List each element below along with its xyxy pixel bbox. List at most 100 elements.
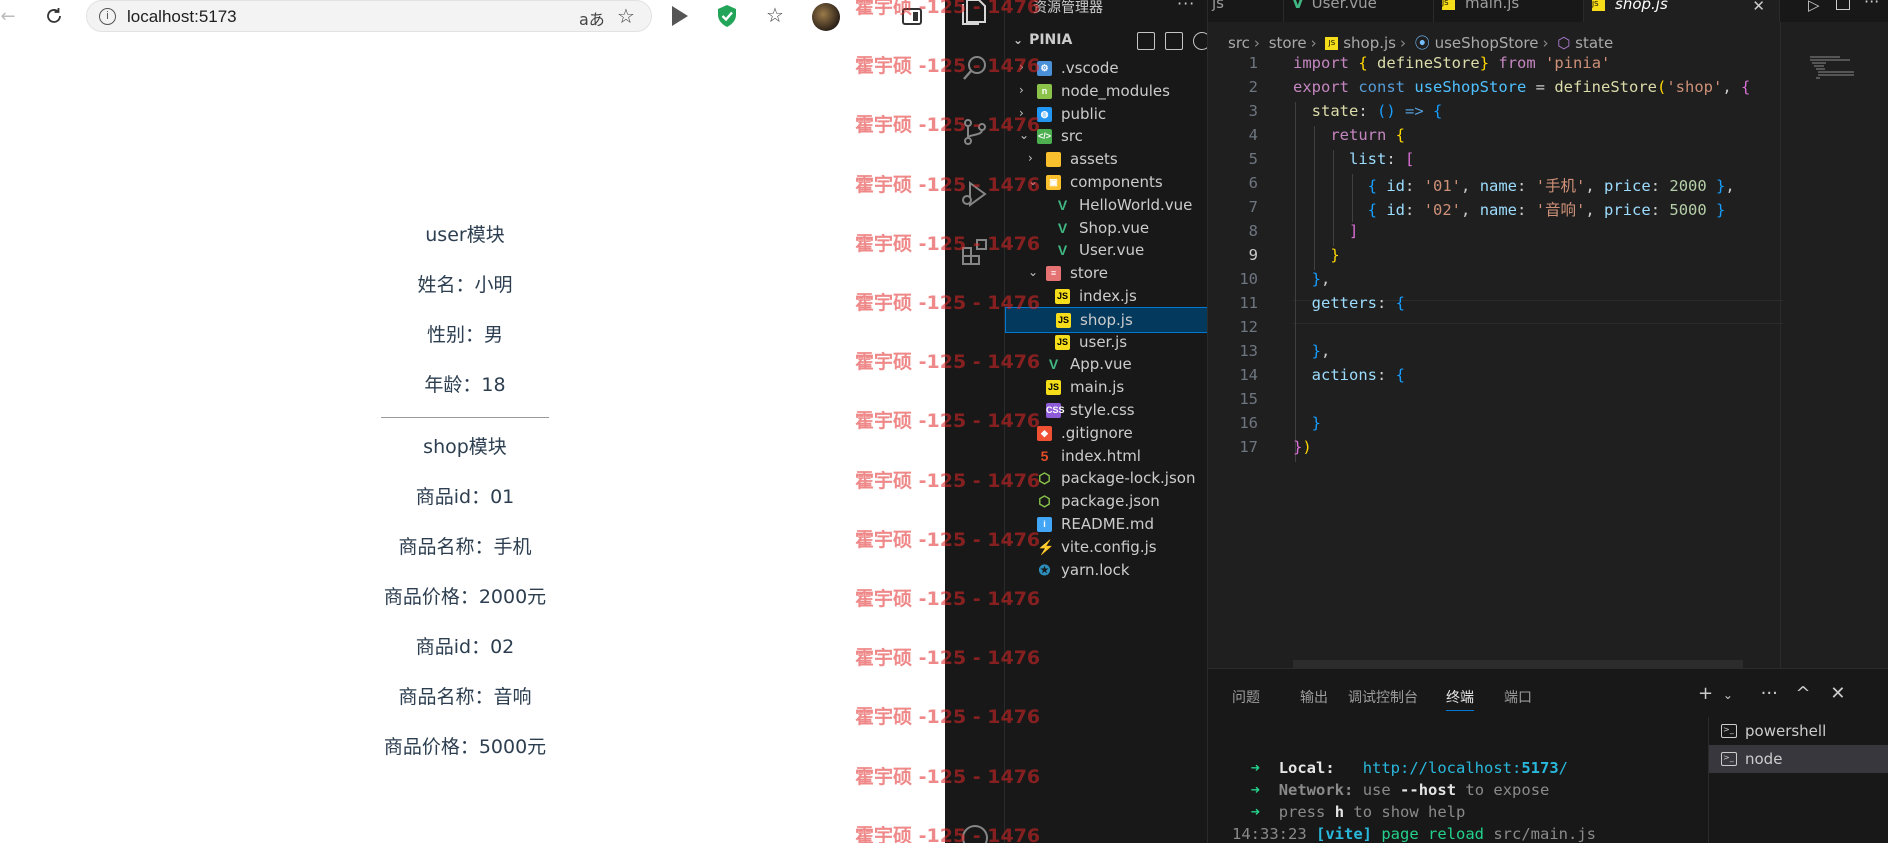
terminal-icon: >_ [1721, 752, 1737, 766]
tree-item-label: App.vue [1070, 355, 1132, 374]
watermark-text: 霍宇硕 -125 - 1476 [855, 824, 1041, 843]
tree-item-label: node_modules [1061, 81, 1170, 100]
node-folder-icon: n [1037, 83, 1052, 99]
shield-extension-icon[interactable] [716, 4, 738, 28]
tab-main-js[interactable]: JS main.js [1434, 0, 1584, 22]
chevron-right-icon: › [1542, 34, 1549, 52]
breadcrumb-item[interactable]: src [1228, 34, 1250, 52]
assets-folder-icon [1046, 152, 1061, 168]
tab-terminal[interactable]: 终端 [1446, 687, 1474, 711]
run-file-icon[interactable]: ▷ [1808, 0, 1820, 14]
breadcrumb-item[interactable]: useShopStore [1435, 34, 1539, 52]
js-icon: JS [1056, 312, 1071, 328]
terminal-dropdown-icon[interactable]: ⌄ [1723, 688, 1733, 702]
vue-icon: V [1057, 242, 1068, 259]
store-folder-icon: ≡ [1046, 266, 1061, 282]
terminal-item-label: node [1745, 750, 1783, 768]
item-id-text: 商品id：01 [415, 486, 515, 508]
close-tab-icon[interactable]: ✕ [1752, 0, 1765, 15]
more-editor-actions-icon[interactable]: ··· [1864, 0, 1879, 11]
js-icon: JS [1046, 380, 1061, 396]
terminal-item-node[interactable]: >_ node [1709, 745, 1888, 773]
breadcrumb-item[interactable]: store [1269, 34, 1307, 52]
more-panel-actions-icon[interactable]: ··· [1761, 683, 1778, 704]
js-icon: JS [1592, 0, 1605, 11]
code-line: getters: { [1311, 294, 1406, 312]
workspace-root[interactable]: ⌄ PINIA [1013, 32, 1072, 48]
address-bar[interactable]: i localhost:5173 aあ ☆ [86, 0, 652, 32]
tab-shop-js[interactable]: JS shop.js ✕ [1584, 0, 1780, 22]
site-info-icon[interactable]: i [99, 8, 116, 25]
tree-item-label: user.js [1079, 332, 1128, 351]
breadcrumb-item[interactable]: shop.js [1343, 34, 1396, 52]
split-editor-icon[interactable] [1836, 0, 1850, 10]
new-terminal-icon[interactable]: + [1698, 683, 1713, 704]
node-json-icon: ⬡ [1038, 493, 1051, 510]
terminal-line: 14:33:23 [vite] page reload src/main.js [1232, 825, 1596, 843]
tree-item-label: assets [1070, 150, 1118, 169]
tree-item[interactable]: ✪ yarn.lock [1005, 558, 1207, 584]
refresh-explorer-icon[interactable] [1193, 32, 1207, 50]
url-text[interactable]: localhost:5173 [127, 7, 237, 27]
page-content: user模块 姓名：小明 性别：男 年龄：18 shop模块 商品id：01 商… [0, 36, 945, 843]
refresh-icon[interactable] [42, 4, 66, 28]
item-id-text: 商品id：02 [415, 636, 515, 658]
vue-icon: V [1057, 196, 1068, 213]
tab-user-vue[interactable]: V User.vue [1284, 0, 1434, 22]
terminal-item-powershell[interactable]: >_ powershell [1709, 717, 1888, 745]
editor-tabs: js V User.vue JS main.js JS shop.js ✕ ▷ ··· [1208, 0, 1888, 22]
new-folder-icon[interactable] [1165, 32, 1183, 50]
breadcrumb-item[interactable]: state [1575, 34, 1613, 52]
read-aloud-icon[interactable]: aあ [579, 6, 605, 30]
tree-item-label: style.css [1070, 401, 1135, 419]
item-name-text: 商品名称：手机 [398, 536, 532, 558]
tab-label: User.vue [1311, 0, 1377, 12]
yarn-icon: ✪ [1038, 561, 1051, 578]
tab-output[interactable]: 输出 [1300, 687, 1328, 707]
code-line: } [1311, 414, 1322, 432]
tree-item-label: yarn.lock [1061, 560, 1130, 579]
panel-actions: + ⌄ ··· ^ ✕ [1698, 683, 1845, 704]
chevron-right-icon: › [1028, 151, 1033, 166]
code-line: } [1330, 246, 1340, 264]
code-line: }, [1311, 342, 1331, 360]
tree-item-label: shop.js [1080, 310, 1133, 329]
watermark-text: 霍宇硕 -125 - 1476 [855, 351, 1041, 374]
maximize-panel-icon[interactable]: ^ [1796, 683, 1811, 704]
user-module-title: user模块 [425, 224, 505, 246]
line-number: 12 [1239, 318, 1258, 336]
play-extension-icon[interactable] [672, 6, 688, 26]
tab-js[interactable]: js [1204, 0, 1284, 22]
new-file-icon[interactable] [1137, 32, 1155, 50]
more-actions-icon[interactable]: ··· [1177, 0, 1195, 13]
tab-label: shop.js [1615, 0, 1668, 13]
browser-toolbar: ← i localhost:5173 aあ ☆ ☆ [0, 0, 945, 36]
back-icon[interactable]: ← [0, 4, 20, 28]
shop-module-title: shop模块 [423, 436, 507, 458]
code-line: { id: '02', name: '音响', price: 5000 } [1367, 201, 1726, 219]
screen: ← i localhost:5173 aあ ☆ ☆ user模块 姓名：小明 性… [0, 0, 1888, 843]
terminal-item-label: powershell [1745, 722, 1827, 740]
close-panel-icon[interactable]: ✕ [1830, 683, 1845, 704]
code-line: }) [1293, 438, 1312, 456]
tab-ports[interactable]: 端口 [1504, 687, 1532, 707]
chevron-down-icon: ⌄ [1028, 265, 1039, 280]
code-line: ] [1349, 222, 1359, 240]
chevron-right-icon: › [1019, 82, 1024, 97]
explorer-actions [1137, 32, 1207, 50]
code-line: import { defineStore} from 'pinia' [1293, 54, 1611, 72]
profile-avatar[interactable] [812, 3, 840, 31]
favorite-star-icon[interactable]: ☆ [617, 4, 635, 28]
browser-window: ← i localhost:5173 aあ ☆ ☆ user模块 姓名：小明 性… [0, 0, 945, 843]
tree-item-label: User.vue [1079, 241, 1145, 260]
watermark-text: 霍宇硕 -125 - 1476 [855, 588, 1041, 610]
tree-item-label: public [1061, 104, 1107, 123]
chevron-right-icon: › [1399, 34, 1406, 52]
tab-problems[interactable]: 问题 [1232, 687, 1260, 707]
watermark-text: 霍宇硕 -125 - 1476 [855, 232, 1041, 255]
minimap[interactable] [1808, 54, 1868, 84]
favorites-icon[interactable]: ☆ [766, 3, 784, 27]
item-name-text: 商品名称：音响 [398, 686, 532, 708]
workspace-root-label: PINIA [1029, 32, 1073, 48]
tab-debug-console[interactable]: 调试控制台 [1348, 687, 1418, 707]
